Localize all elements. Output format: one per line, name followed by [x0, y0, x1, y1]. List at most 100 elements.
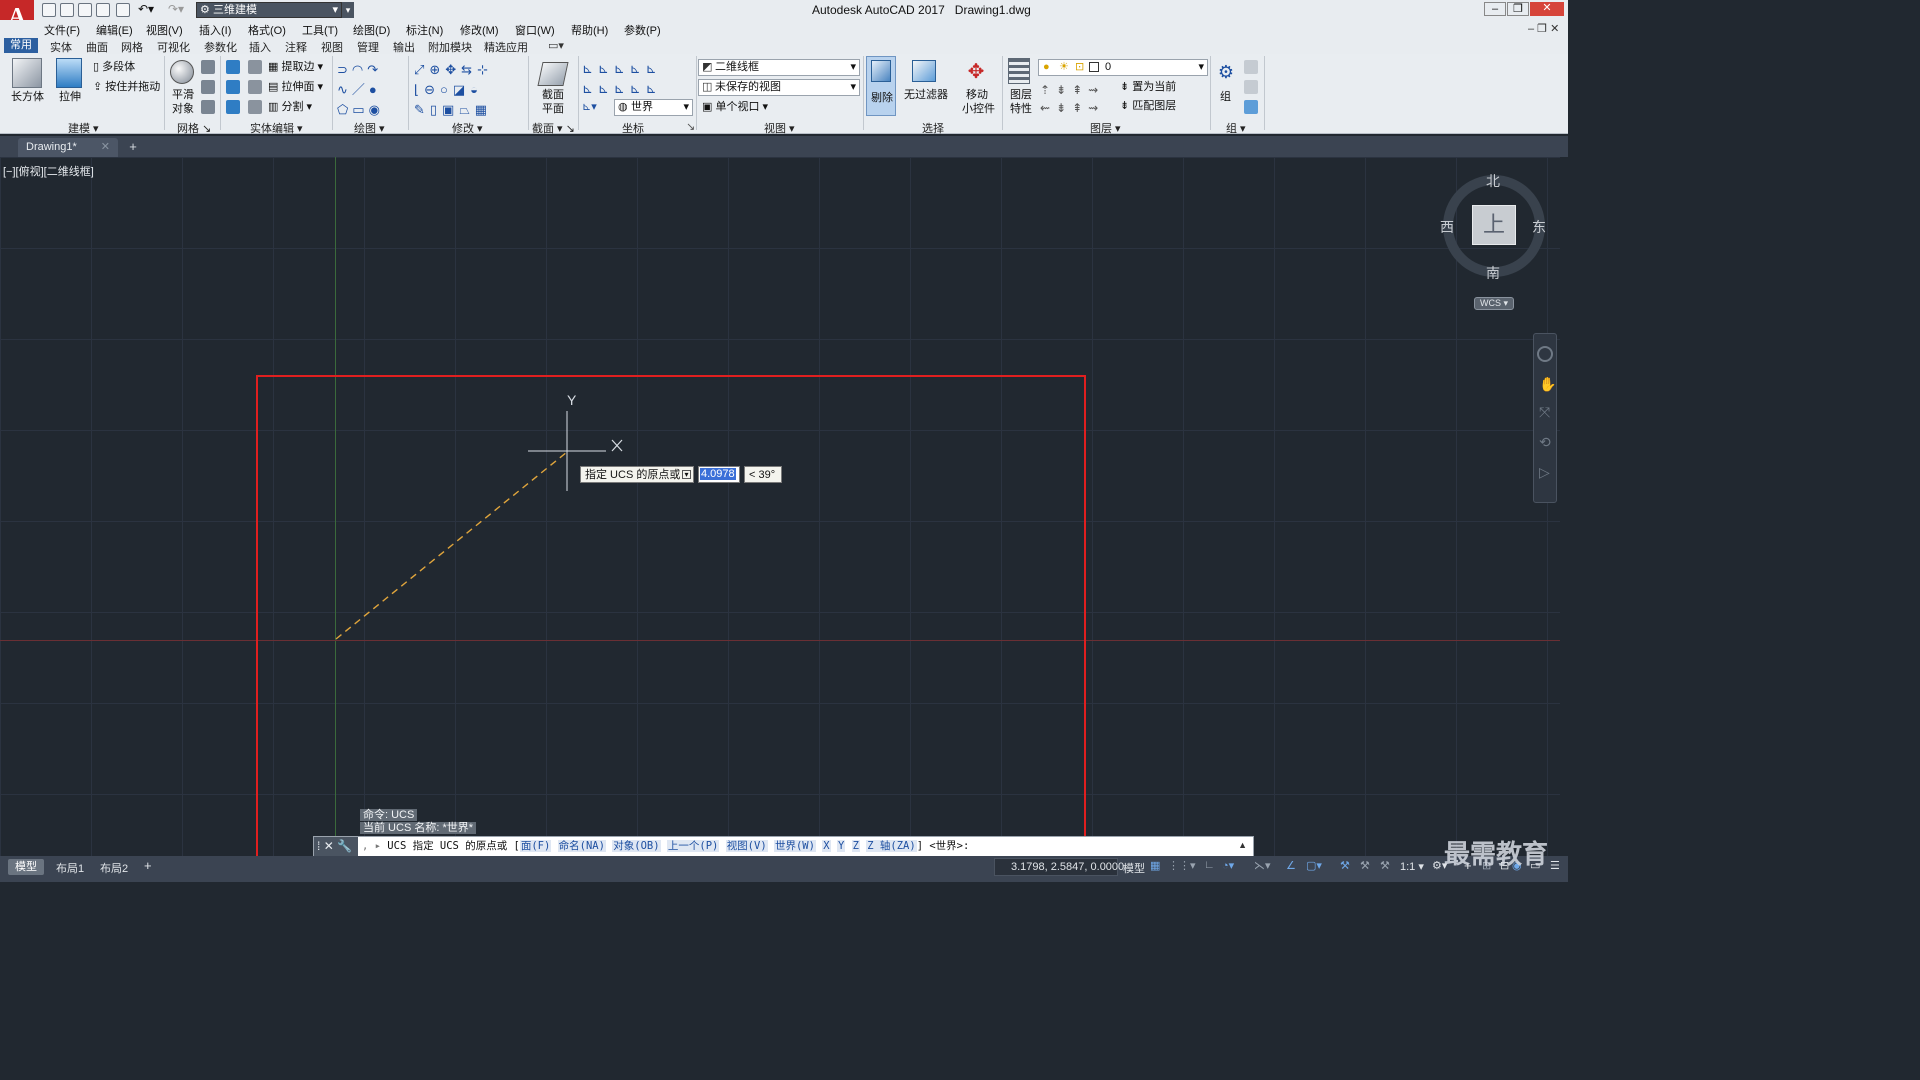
extrude-faces-button[interactable]: ▤ 拉伸面 ▾ [268, 80, 323, 94]
panel-mesh-label[interactable]: 网格 ↘ [177, 120, 211, 136]
subtract-icon[interactable] [226, 80, 240, 94]
option-view[interactable]: 视图(V) [725, 840, 768, 852]
section-plane-label-1[interactable]: 截面 [542, 88, 564, 102]
coordinates-readout[interactable]: 3.1798, 2.5847, 0.0000 [994, 858, 1124, 876]
move-gizmo-icon[interactable]: ✥ [964, 60, 988, 84]
menu-view[interactable]: 视图(V) [146, 22, 183, 38]
panel-layers-label[interactable]: 图层 ▾ [1090, 120, 1121, 136]
panel-expand-icon[interactable]: ↘ [686, 120, 695, 133]
annotation-visibility-icon[interactable]: ⚒ [1340, 859, 1350, 872]
menu-edit[interactable]: 编辑(E) [96, 22, 133, 38]
grid-toggle-icon[interactable]: ▦ [1150, 859, 1160, 872]
add-layout-button[interactable]: + [144, 858, 152, 873]
layer-tools[interactable]: ⇡⇟⇞⇝ ⇜⇟⇞⇝ [1040, 81, 1118, 117]
named-view-select[interactable]: ◫ 未保存的视图 ▾ [698, 79, 860, 96]
panel-coordinates-label[interactable]: 坐标 [622, 120, 644, 136]
panel-modify-label[interactable]: 修改 ▾ [452, 120, 483, 136]
panel-draw-label[interactable]: 绘图 ▾ [354, 120, 385, 136]
polysolid-button[interactable]: ▯ 多段体 [93, 60, 135, 74]
save-icon[interactable] [78, 3, 92, 17]
customization-menu-icon[interactable]: ☰ [1550, 859, 1560, 872]
snap-mode-icon[interactable]: ⋮⋮▾ [1168, 859, 1196, 872]
compass-south[interactable]: 南 [1486, 263, 1500, 283]
recent-commands-icon[interactable]: , ▸ [362, 840, 381, 852]
box-icon[interactable] [12, 58, 42, 88]
viewcube-top-face[interactable]: 上 [1472, 205, 1516, 245]
compass-east[interactable]: 东 [1532, 217, 1546, 237]
grip-icon[interactable]: ⁞ [317, 839, 320, 853]
culling-button[interactable]: 剔除 [866, 56, 896, 116]
no-filter-button-label[interactable]: 无过滤器 [904, 88, 948, 102]
command-history-toggle-icon[interactable]: ▲ [1238, 840, 1247, 850]
ucs-world-select[interactable]: ◍ 世界 ▾ [614, 99, 693, 116]
polar-tracking-icon[interactable]: ◔▾ [1222, 859, 1234, 872]
intersect-icon[interactable] [226, 100, 240, 114]
showmotion-icon[interactable]: ▷ [1539, 464, 1550, 481]
minimize-button[interactable]: ‒ [1484, 2, 1506, 16]
union-icon[interactable] [226, 60, 240, 74]
pan-icon[interactable]: ✋ [1539, 376, 1556, 393]
option-object[interactable]: 对象(OB) [612, 840, 661, 852]
ribbon-toggle-icon[interactable]: ▭▾ [548, 39, 564, 52]
modify-tools[interactable]: ⤢⊕✥⇆⊹ ⌊⊖○◪◒ ✎▯▣⏢▦ [414, 60, 524, 117]
save-as-icon[interactable] [96, 3, 110, 17]
panel-view-label[interactable]: 视图 ▾ [764, 120, 795, 136]
option-zaxis[interactable]: Z 轴(ZA) [866, 840, 917, 852]
tab-surface[interactable]: 曲面 [86, 39, 108, 55]
extrude-icon[interactable] [56, 58, 82, 88]
object-snap-icon[interactable]: ▢▾ [1306, 859, 1322, 872]
menu-window[interactable]: 窗口(W) [515, 22, 555, 38]
set-current-layer-button[interactable]: ⇟ 置为当前 [1120, 80, 1176, 94]
mesh-tool-icon[interactable] [201, 60, 215, 74]
slice-icon[interactable] [248, 80, 262, 94]
option-face[interactable]: 面(F) [519, 840, 552, 852]
option-world[interactable]: 世界(W) [773, 840, 816, 852]
auto-scale-icon[interactable]: ⚒ [1360, 859, 1370, 872]
doc-window-controls[interactable]: ‒ ❐ ✕ [1528, 22, 1559, 35]
menu-draw[interactable]: 绘图(D) [353, 22, 390, 38]
layer-properties-label-2[interactable]: 特性 [1010, 102, 1032, 116]
wcs-menu-button[interactable]: WCS ▾ [1474, 297, 1514, 310]
close-button[interactable]: ✕ [1530, 2, 1564, 16]
extract-edges-button[interactable]: ▦ 提取边 ▾ [268, 60, 323, 74]
section-plane-label-2[interactable]: 平面 [542, 102, 564, 116]
object-snap-tracking-icon[interactable]: ∠ [1286, 859, 1296, 872]
panel-solid-edit-label[interactable]: 实体编辑 ▾ [250, 120, 303, 136]
model-space-toggle[interactable]: 模型 [1123, 860, 1145, 876]
compass-north[interactable]: 北 [1486, 171, 1500, 191]
quick-access-more-button[interactable]: ▾ [342, 2, 354, 18]
drawing-viewport[interactable]: [−][俯视][二维线框] Y 指定 UCS 的原点或 ▾ 4.0978 < 3… [0, 157, 1560, 856]
isodraft-icon[interactable]: ⋋▾ [1254, 859, 1271, 872]
panel-groups-label[interactable]: 组 ▾ [1226, 120, 1246, 136]
ucs-tools[interactable]: ⊾⊾⊾⊾⊾ ⊾⊾⊾⊾⊾ [582, 59, 694, 99]
interfere-icon[interactable] [248, 60, 262, 74]
mesh-tool-icon[interactable] [201, 100, 215, 114]
option-z[interactable]: Z [851, 840, 860, 852]
tab-home[interactable]: 常用 [4, 38, 38, 53]
extrude-button-label[interactable]: 拉伸 [59, 90, 81, 104]
layout-tab-layout2[interactable]: 布局2 [100, 860, 128, 876]
draw-tools[interactable]: ⊃◠↷ ∿／● ⬠▭◉ [337, 60, 405, 117]
redo-icon[interactable]: ↷▾ [168, 2, 184, 16]
mesh-tool-icon[interactable] [201, 80, 215, 94]
tab-solid[interactable]: 实体 [50, 39, 72, 55]
zoom-extents-icon[interactable]: ⤧ [1539, 404, 1550, 421]
separate-button[interactable]: ▥ 分割 ▾ [268, 100, 312, 114]
tab-manage[interactable]: 管理 [357, 39, 379, 55]
panel-selection-label[interactable]: 选择 [922, 120, 944, 136]
compass-west[interactable]: 西 [1440, 217, 1454, 237]
workspace-selector[interactable]: ⚙ 三维建模 ▾ [196, 2, 342, 18]
panel-section-label[interactable]: 截面 ▾ ↘ [532, 120, 575, 136]
section-plane-icon[interactable] [537, 62, 569, 86]
menu-dimension[interactable]: 标注(N) [406, 22, 443, 38]
annotation-scale-select[interactable]: 1:1 ▾ [1400, 860, 1424, 873]
smooth-object-label-1[interactable]: 平滑 [172, 88, 194, 102]
tab-mesh[interactable]: 网格 [121, 39, 143, 55]
match-layer-button[interactable]: ⇟ 匹配图层 [1120, 99, 1176, 113]
smooth-object-label-2[interactable]: 对象 [172, 102, 194, 116]
layer-properties-icon[interactable] [1008, 58, 1030, 84]
annotation-scale-icon[interactable]: ⚒ [1380, 859, 1390, 872]
visual-style-select[interactable]: ◩ 二维线框 ▾ [698, 59, 860, 76]
new-file-icon[interactable] [42, 3, 56, 17]
restore-button[interactable]: ❐ [1507, 2, 1529, 16]
